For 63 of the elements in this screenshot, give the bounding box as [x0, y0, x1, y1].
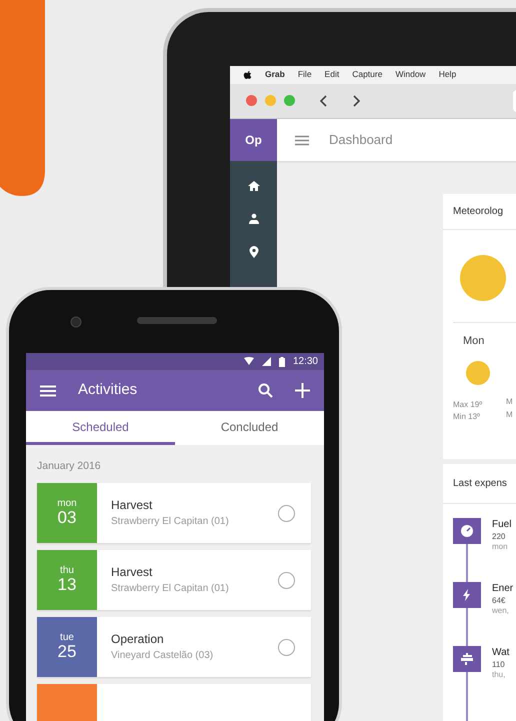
activity-place: Strawberry El Capitan (01): [111, 515, 230, 529]
app-bar-title: Activities: [78, 380, 138, 400]
water-icon: [460, 652, 474, 666]
menu-item[interactable]: Capture: [352, 68, 382, 82]
card-title: Last expens: [443, 464, 516, 504]
expense-amount: 64€: [492, 596, 506, 604]
fuel-icon: [460, 524, 474, 538]
activity-card[interactable]: thu 13 Harvest Strawberry El Capitan (01): [37, 550, 311, 610]
back-icon[interactable]: [319, 94, 329, 108]
expense-name: Wat: [492, 647, 510, 658]
battery-icon: [278, 356, 285, 367]
expense-amount: 110: [492, 660, 505, 668]
day-number: 03: [58, 509, 76, 528]
expense-name: Ener: [492, 583, 514, 594]
menu-item[interactable]: File: [298, 68, 312, 82]
min-temperature: M: [506, 408, 513, 421]
month-heading: January 2016: [36, 459, 102, 474]
page-title: Dashboard: [329, 131, 393, 150]
day-label: Mon: [463, 334, 486, 349]
expense-amount: 220: [492, 532, 506, 540]
weekday: mon: [57, 498, 77, 510]
apple-icon: [243, 70, 252, 80]
menu-icon[interactable]: [295, 134, 309, 146]
forward-icon[interactable]: [351, 94, 361, 108]
location-pin-icon[interactable]: [248, 246, 260, 258]
radio-button[interactable]: [278, 572, 295, 588]
radio-button[interactable]: [278, 504, 295, 522]
sun-icon: [466, 360, 490, 385]
expense-date: mon: [492, 542, 508, 552]
person-icon[interactable]: [248, 213, 260, 225]
day-number: 25: [58, 643, 76, 662]
menu-item[interactable]: Help: [438, 68, 456, 82]
expense-name: Fuel: [492, 519, 512, 530]
signal-icon: [262, 357, 271, 366]
menu-item[interactable]: Edit: [324, 68, 340, 82]
app-logo[interactable]: Op: [230, 119, 277, 161]
max-temperature: Max 19º: [453, 398, 484, 411]
card-title: Meteorolog: [443, 194, 516, 230]
activity-title: Harvest: [111, 564, 154, 581]
status-time: 12:30: [292, 355, 318, 370]
weekday: thu: [60, 565, 74, 576]
day-number: 13: [58, 576, 76, 595]
weekday: tue: [60, 632, 74, 644]
search-icon[interactable]: [258, 383, 273, 398]
activity-place: Strawberry El Capitan (01): [111, 582, 230, 596]
app-name[interactable]: Grab: [265, 68, 285, 82]
activity-card[interactable]: mon 03 Harvest Strawberry El Capitan (01): [37, 483, 311, 543]
home-icon[interactable]: [248, 180, 260, 192]
activity-title: Operation: [111, 631, 165, 648]
wifi-icon: [244, 357, 254, 366]
expense-date: thu,: [492, 670, 506, 680]
min-temperature: Min 13º: [453, 411, 481, 424]
activity-card[interactable]: tue 25 Operation Vineyard Castelão (03): [37, 617, 311, 677]
max-temperature: M: [506, 396, 513, 408]
menu-item[interactable]: Window: [395, 68, 426, 82]
camera-icon: [69, 315, 83, 329]
activity-title: Harvest: [111, 497, 154, 514]
expense-date: wen,: [492, 606, 509, 616]
add-icon[interactable]: [295, 383, 310, 398]
activity-place: Vineyard Castelão (03): [111, 649, 214, 663]
radio-button[interactable]: [278, 638, 295, 656]
sun-icon: [460, 255, 506, 301]
close-window-control[interactable]: [246, 95, 257, 106]
